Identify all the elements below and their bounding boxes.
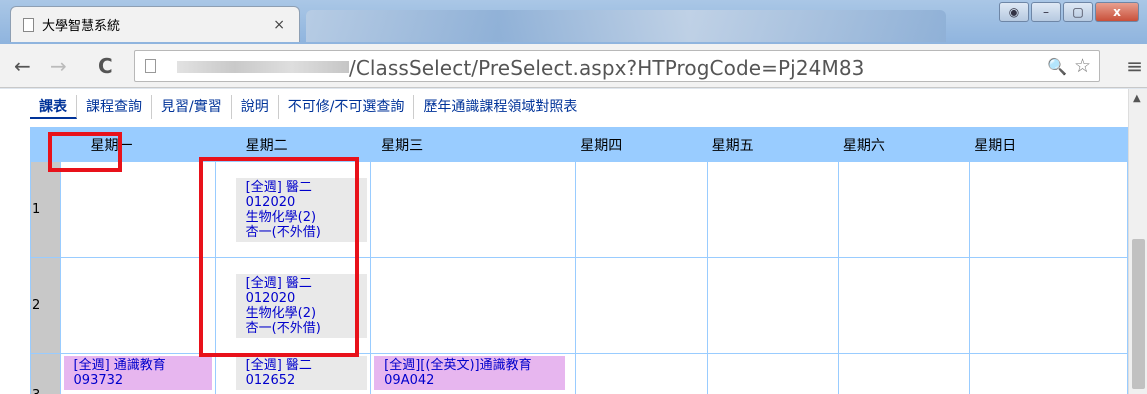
vertical-scrollbar[interactable]: ▲ xyxy=(1128,89,1147,394)
tab-close-icon[interactable]: × xyxy=(273,17,285,33)
nav-tab-ge-history[interactable]: 歷年通識課程領域對照表 xyxy=(414,95,586,119)
cell-empty xyxy=(837,353,971,394)
page-content: 課表 課程查詢 見習/實習 說明 不可修/不可選查詢 歷年通識課程領域對照表 星… xyxy=(0,89,1128,394)
cell-empty xyxy=(370,257,577,354)
period-label: 3 xyxy=(30,353,61,394)
cell-empty xyxy=(59,257,216,354)
url-text[interactable]: /ClassSelect/PreSelect.aspx?HTProgCode=P… xyxy=(349,56,864,80)
cell-course: [全週][(全英文)]通識教育 09A042 xyxy=(370,353,577,394)
site-nav: 課表 課程查詢 見習/實習 說明 不可修/不可選查詢 歷年通識課程領域對照表 xyxy=(30,95,586,119)
course-code: 09A042 xyxy=(384,373,435,388)
cell-course: [全週] 通識教育 093732 xyxy=(59,353,216,394)
cell-empty xyxy=(969,353,1128,394)
reload-icon[interactable]: C xyxy=(98,54,113,78)
day-header: 星期三 xyxy=(370,127,577,162)
address-bar[interactable]: /ClassSelect/PreSelect.aspx?HTProgCode=P… xyxy=(134,50,1100,82)
cell-empty xyxy=(706,353,839,394)
nav-tab-internship[interactable]: 見習/實習 xyxy=(152,95,232,119)
period-label: 1 xyxy=(30,161,61,258)
nav-tab-timetable[interactable]: 課表 xyxy=(30,95,77,119)
user-icon[interactable]: ◉ xyxy=(999,2,1029,22)
scroll-up-icon[interactable]: ▲ xyxy=(1133,93,1141,104)
cell-empty xyxy=(575,257,708,354)
day-header: 星期五 xyxy=(706,127,839,162)
scroll-thumb[interactable] xyxy=(1132,239,1145,389)
zoom-icon[interactable]: 🔍 xyxy=(1047,57,1067,76)
maximize-button[interactable]: ▢ xyxy=(1063,2,1093,22)
highlight-box-tuesday-courses xyxy=(199,157,359,357)
cell-course: [全週] 醫二 012652 xyxy=(214,353,372,394)
cell-empty xyxy=(837,161,971,258)
day-header: 星期六 xyxy=(837,127,971,162)
cell-empty xyxy=(575,161,708,258)
back-icon[interactable]: ← xyxy=(14,54,31,78)
table-row: 1 [全週] 醫二 012020 生物化學(2) 杏一(不外借) xyxy=(30,161,1128,258)
course-code: 093732 xyxy=(73,373,124,388)
cell-empty xyxy=(575,353,708,394)
blurred-host xyxy=(177,61,349,73)
cell-empty xyxy=(706,257,839,354)
highlight-box-monday xyxy=(48,132,122,172)
menu-icon[interactable]: ≡ xyxy=(1126,54,1143,78)
browser-tab[interactable]: 大學智慧系統 × xyxy=(10,6,300,42)
page-icon xyxy=(145,59,156,73)
period-label: 2 xyxy=(30,257,61,354)
cell-empty xyxy=(969,161,1128,258)
course-block[interactable]: [全週] 通識教育 093732 xyxy=(63,356,212,390)
nav-tab-restrictions[interactable]: 不可修/不可選查詢 xyxy=(279,95,415,119)
browser-toolbar: ← → C /ClassSelect/PreSelect.aspx?HTProg… xyxy=(0,44,1147,88)
timetable: 星期一 星期二 星期三 星期四 星期五 星期六 星期日 1 [全週] 醫二 01… xyxy=(30,127,1128,394)
tab-title: 大學智慧系統 xyxy=(42,19,121,34)
nav-tab-help[interactable]: 說明 xyxy=(232,95,279,119)
close-window-button[interactable]: x xyxy=(1095,2,1139,22)
cell-empty xyxy=(370,161,577,258)
document-icon xyxy=(23,17,34,32)
course-code: 012652 xyxy=(245,373,296,388)
course-block[interactable]: [全週] 醫二 012652 xyxy=(235,356,368,390)
blurred-tab[interactable] xyxy=(306,10,946,42)
course-week: [全週] 通識教育 xyxy=(73,358,166,373)
day-header: 星期四 xyxy=(575,127,708,162)
star-icon[interactable]: ☆ xyxy=(1074,55,1091,77)
course-block[interactable]: [全週][(全英文)]通識教育 09A042 xyxy=(374,356,566,390)
day-header: 星期日 xyxy=(969,127,1128,162)
course-week: [全週] 醫二 xyxy=(245,358,312,373)
window-titlebar: 大學智慧系統 × ◉ – ▢ x xyxy=(0,0,1147,44)
nav-tab-course-search[interactable]: 課程查詢 xyxy=(77,95,152,119)
table-row: 2 [全週] 醫二 012020 生物化學(2) 杏一(不外借) xyxy=(30,257,1128,354)
window-controls: ◉ – ▢ x xyxy=(999,2,1139,22)
forward-icon[interactable]: → xyxy=(50,54,67,78)
table-row: 3 [全週] 通識教育 093732 [全週] 醫二 012652 [全週][(… xyxy=(30,353,1128,394)
cell-empty xyxy=(59,161,216,258)
cell-empty xyxy=(837,257,971,354)
minimize-button[interactable]: – xyxy=(1031,2,1061,22)
course-week: [全週][(全英文)]通識教育 xyxy=(384,358,532,373)
cell-empty xyxy=(969,257,1128,354)
day-header-row: 星期一 星期二 星期三 星期四 星期五 星期六 星期日 xyxy=(30,127,1128,162)
cell-empty xyxy=(706,161,839,258)
